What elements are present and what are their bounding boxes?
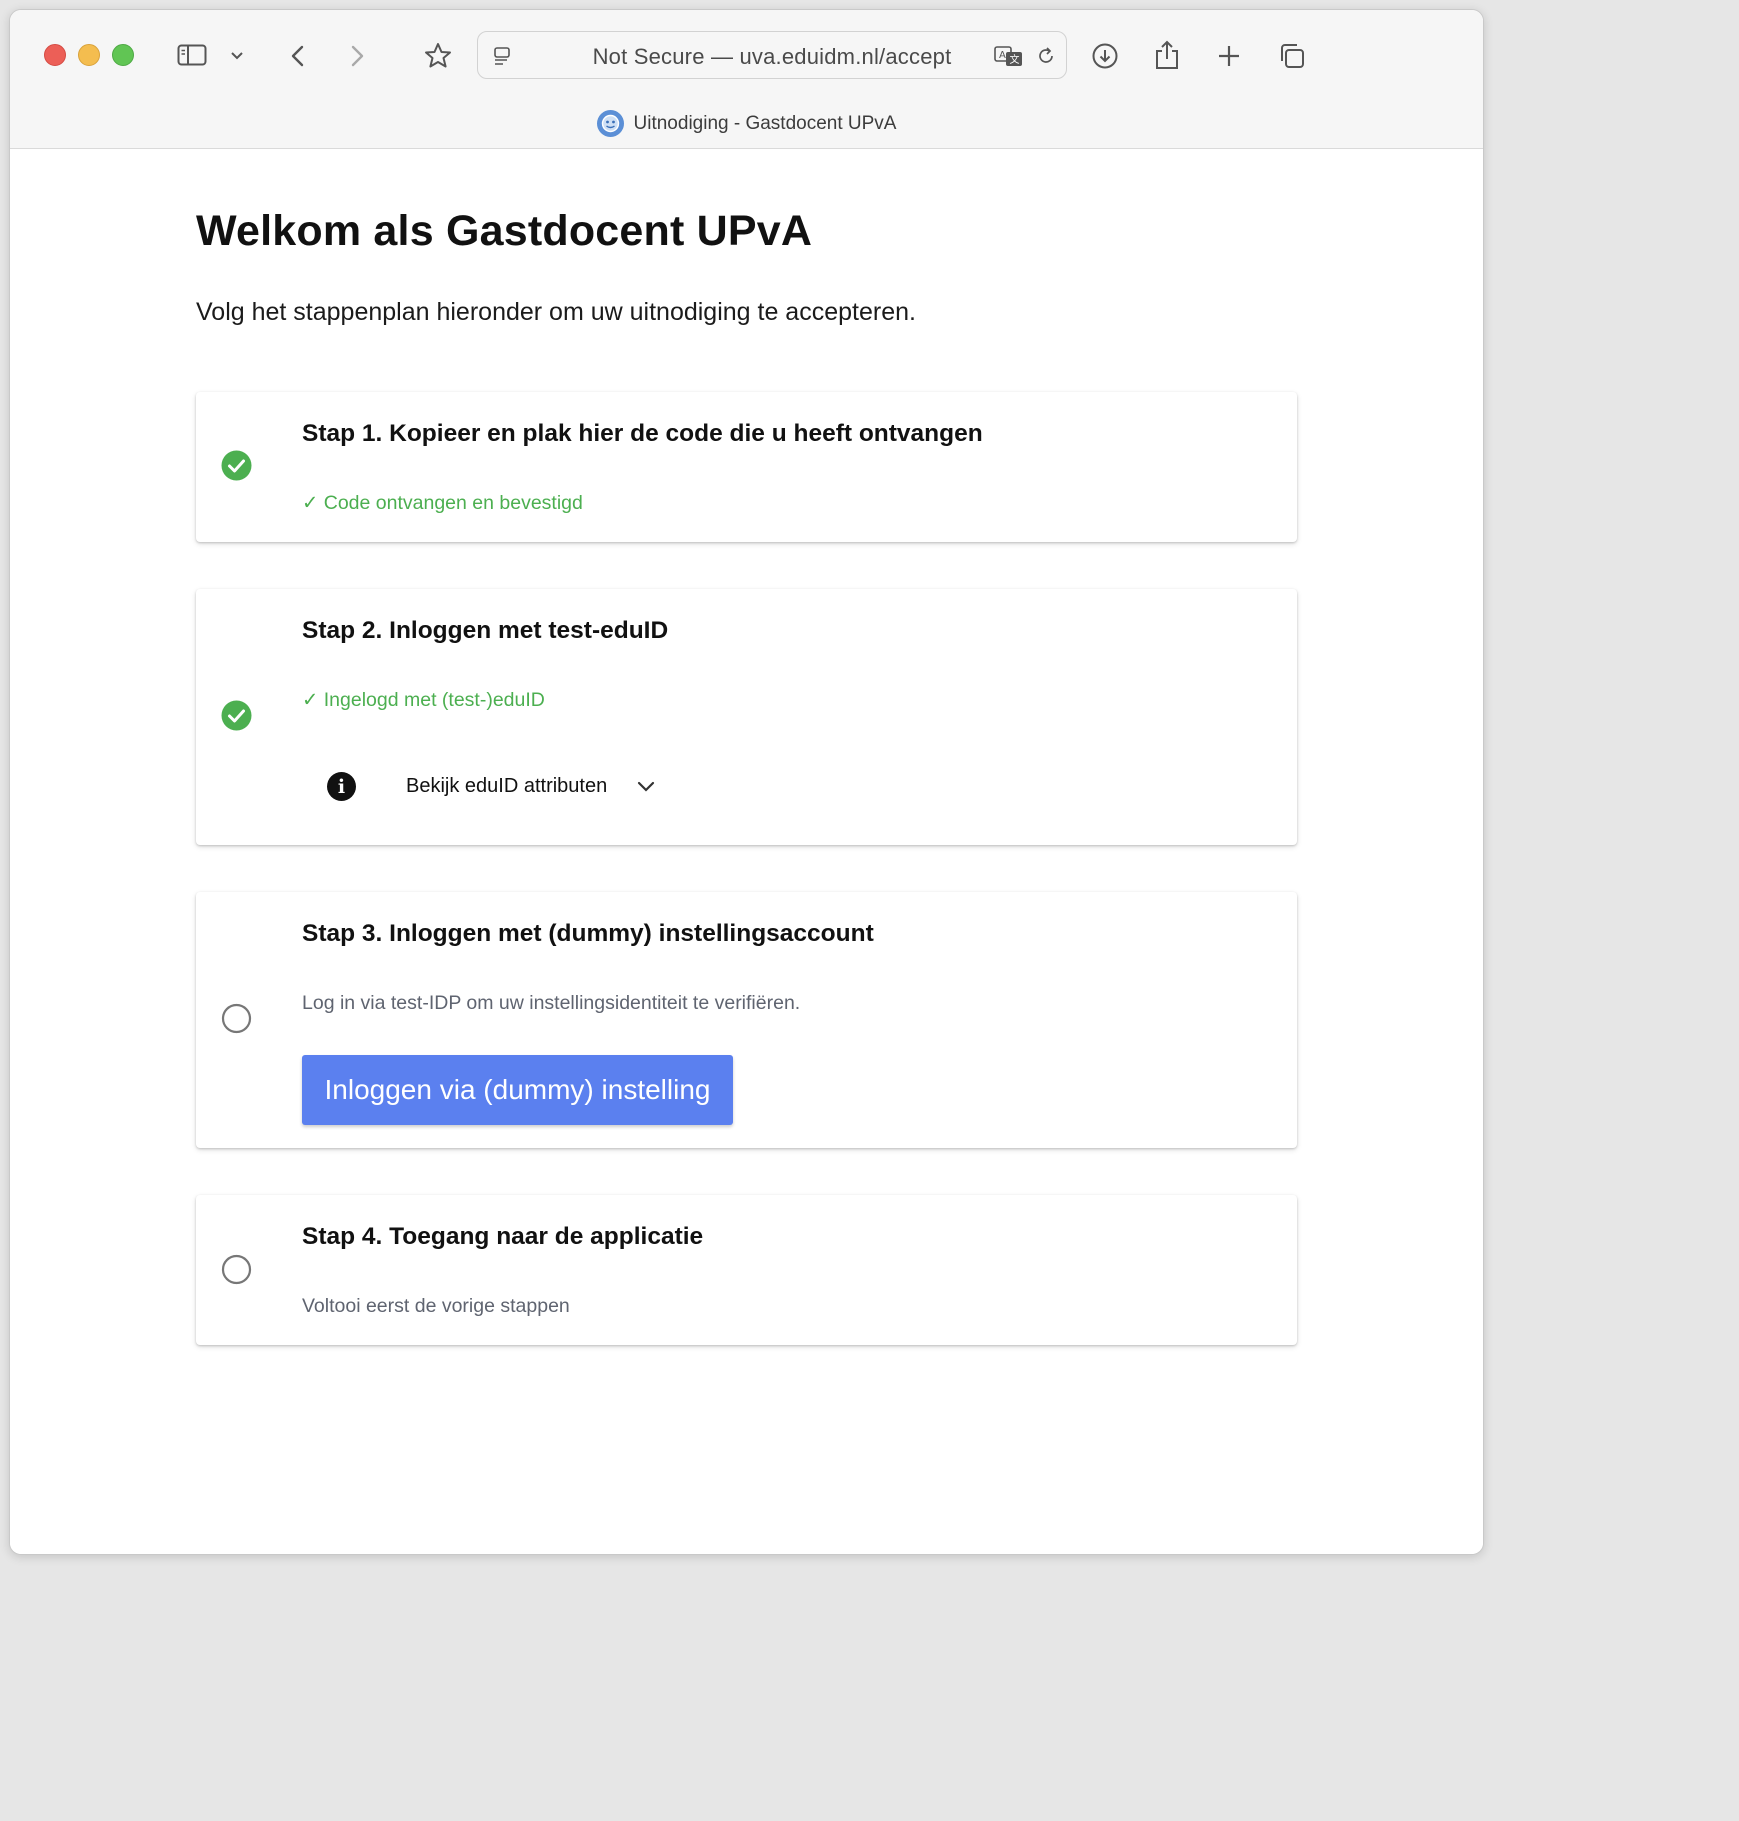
chevron-down-icon[interactable] <box>637 781 655 793</box>
browser-window: Not Secure — uva.eduidm.nl/accept A文 Uit… <box>9 9 1484 1555</box>
browser-toolbar: Not Secure — uva.eduidm.nl/accept A文 Uit… <box>10 10 1483 149</box>
forward-arrow-icon[interactable] <box>345 42 369 70</box>
tab-title-text: Uitnodiging - Gastdocent UPvA <box>633 112 897 134</box>
step-card-3: Stap 3. Inloggen met (dummy) instellings… <box>196 892 1297 1148</box>
step-status-text: ✓ Ingelogd met (test-)eduID <box>302 689 545 711</box>
chevron-down-icon[interactable] <box>227 46 247 66</box>
site-favicon-icon <box>596 110 624 137</box>
login-institution-button[interactable]: Inloggen via (dummy) instelling <box>302 1055 733 1125</box>
active-tab[interactable]: Uitnodiging - Gastdocent UPvA <box>10 110 1483 137</box>
check-circle-icon <box>221 700 252 731</box>
eduid-attributes-label: Bekijk eduID attributen <box>406 775 608 797</box>
page-title: Welkom als Gastdocent UPvA <box>196 207 813 255</box>
page-intro: Volg het stappenplan hieronder om uw uit… <box>196 298 916 326</box>
new-tab-icon[interactable] <box>1215 42 1243 70</box>
close-window-button[interactable] <box>44 44 66 66</box>
step-title: Stap 3. Inloggen met (dummy) instellings… <box>302 920 874 947</box>
reload-icon[interactable] <box>1034 44 1058 68</box>
downloads-icon[interactable] <box>1090 41 1120 71</box>
info-icon: i <box>327 772 356 801</box>
page-content: Welkom als Gastdocent UPvA Volg het stap… <box>10 150 1483 1554</box>
address-bar[interactable]: Not Secure — uva.eduidm.nl/accept A文 <box>477 31 1067 79</box>
step-title: Stap 2. Inloggen met test-eduID <box>302 617 669 644</box>
empty-circle-icon <box>221 1003 252 1034</box>
step-card-4: Stap 4. Toegang naar de applicatie Volto… <box>196 1195 1297 1345</box>
check-circle-icon <box>221 450 252 481</box>
translate-icon[interactable]: A文 <box>993 44 1025 68</box>
zoom-window-button[interactable] <box>112 44 134 66</box>
step-card-1: Stap 1. Kopieer en plak hier de code die… <box>196 392 1297 542</box>
step-title: Stap 4. Toegang naar de applicatie <box>302 1223 704 1250</box>
bookmark-star-icon[interactable] <box>422 40 454 72</box>
step-status-text: ✓ Code ontvangen en bevestigd <box>302 492 583 514</box>
address-text: Not Secure — uva.eduidm.nl/accept <box>592 44 952 69</box>
step-card-2: Stap 2. Inloggen met test-eduID ✓ Ingelo… <box>196 589 1297 845</box>
step-description: Voltooi eerst de vorige stappen <box>302 1295 570 1317</box>
empty-circle-icon <box>221 1254 252 1285</box>
tab-overview-icon[interactable] <box>1277 41 1307 71</box>
eduid-attributes-toggle[interactable]: i Bekijk eduID attributen <box>327 772 655 801</box>
sidebar-toggle-icon[interactable] <box>176 42 208 68</box>
minimize-window-button[interactable] <box>78 44 100 66</box>
step-description: Log in via test-IDP om uw instellingside… <box>302 992 801 1014</box>
svg-text:A: A <box>999 50 1006 61</box>
share-icon[interactable] <box>1153 38 1181 72</box>
back-arrow-icon[interactable] <box>286 42 310 70</box>
svg-text:文: 文 <box>1010 53 1020 66</box>
step-title: Stap 1. Kopieer en plak hier de code die… <box>302 420 983 447</box>
